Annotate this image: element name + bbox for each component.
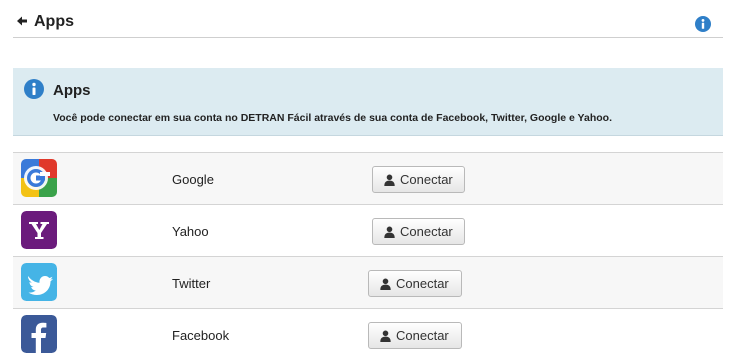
app-name: Twitter [172,276,211,291]
info-panel: Apps Você pode conectar em sua conta no … [13,68,723,136]
panel-description: Você pode conectar em sua conta no DETRA… [53,112,612,124]
google-logo-icon [21,159,57,197]
info-icon [24,79,44,99]
user-icon [380,330,391,342]
facebook-logo-icon [21,315,57,353]
user-icon [380,278,391,290]
connect-button-label: Conectar [400,172,453,187]
panel-title: Apps [53,82,91,99]
arrow-left-icon[interactable] [16,14,28,28]
twitter-logo-icon [21,263,57,301]
connect-button-label: Conectar [396,276,449,291]
yahoo-logo-icon [21,211,57,249]
connect-yahoo-button[interactable]: Conectar [372,218,465,245]
app-name: Yahoo [172,224,209,239]
user-icon [384,174,395,186]
connect-button-label: Conectar [400,224,453,239]
app-name: Facebook [172,328,230,343]
info-icon[interactable] [695,16,711,32]
app-name: Google [172,172,214,187]
page-title: Apps [34,13,74,30]
connect-facebook-button[interactable]: Conectar [368,322,462,349]
apps-list: Google Conectar Yahoo Conectar Twitter C… [13,152,723,357]
connect-google-button[interactable]: Conectar [372,166,465,193]
user-icon [384,226,395,238]
app-row-google: Google Conectar [13,153,723,205]
connect-twitter-button[interactable]: Conectar [368,270,462,297]
connect-button-label: Conectar [396,328,449,343]
app-row-yahoo: Yahoo Conectar [13,205,723,257]
page-header: Apps [13,0,723,38]
app-row-twitter: Twitter Conectar [13,257,723,309]
app-row-facebook: Facebook Conectar [13,309,723,357]
